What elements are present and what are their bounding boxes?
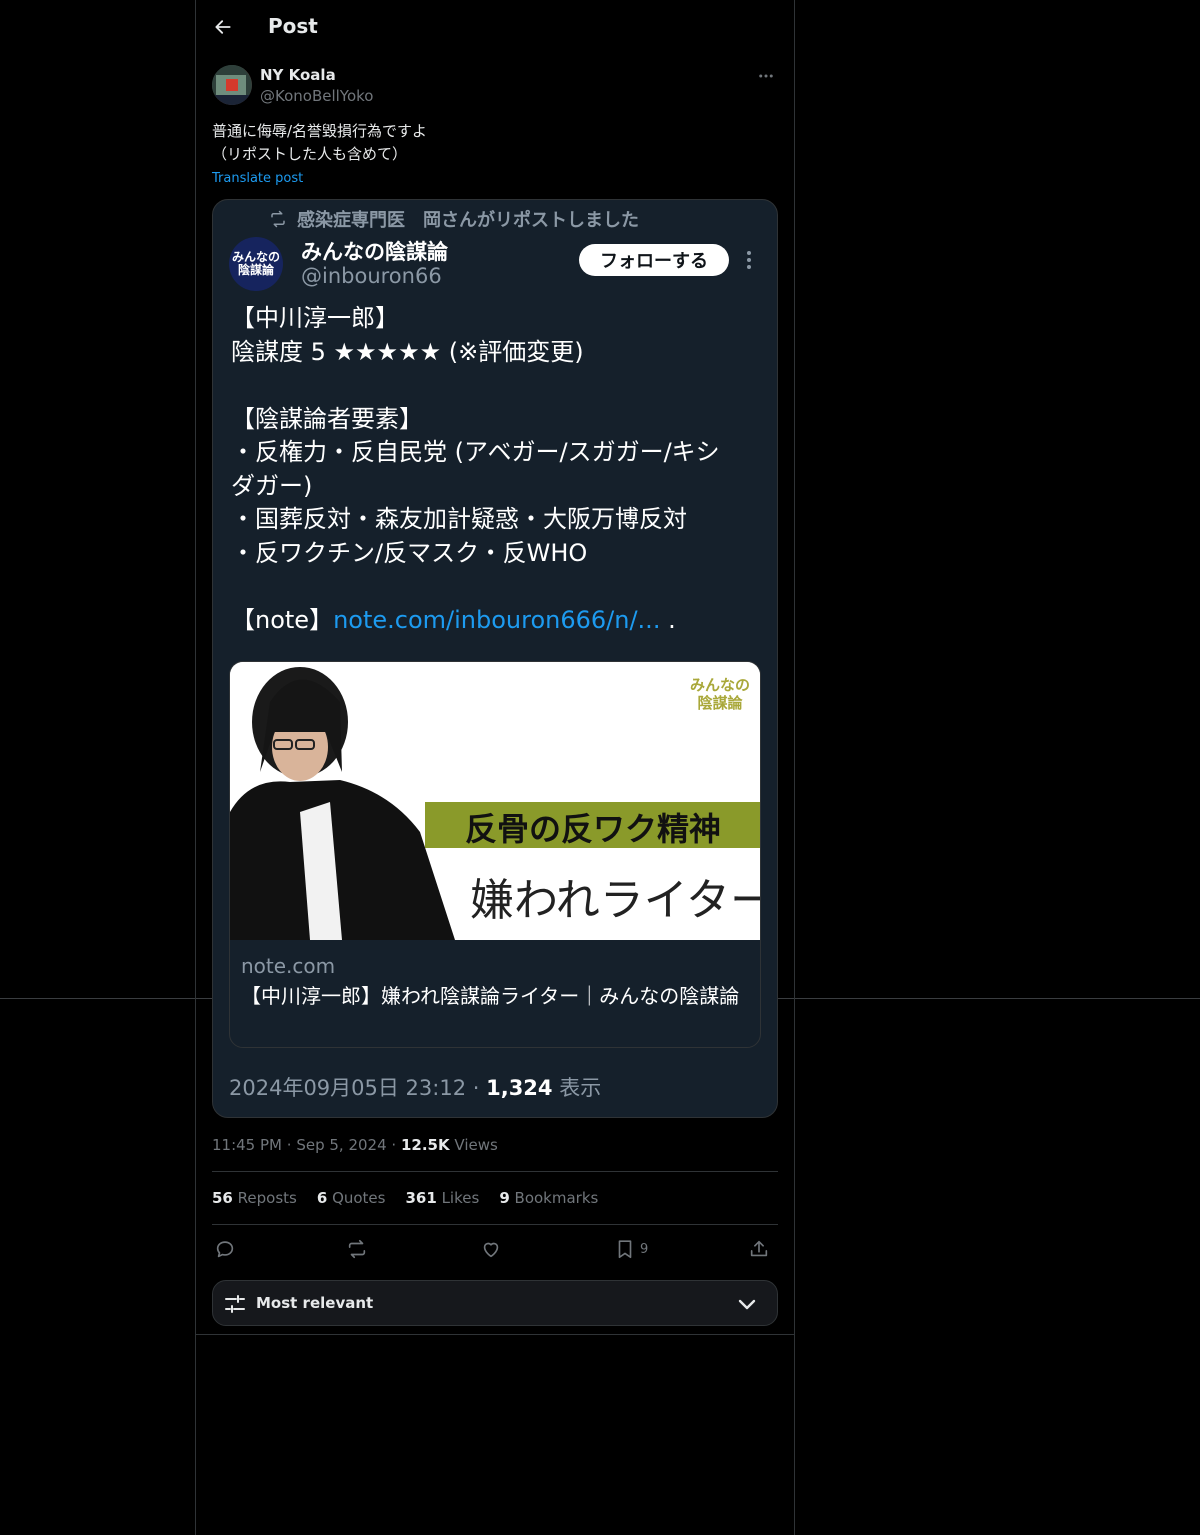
- note-link: note.com/inbouron666/n/...: [333, 605, 661, 634]
- engagement-stats: 56 Reposts 6 Quotes 361 Likes 9 Bookmark…: [212, 1189, 598, 1207]
- inner-avatar: みんなの陰謀論: [229, 237, 283, 291]
- divider: [212, 1224, 778, 1225]
- like-button[interactable]: [480, 1236, 502, 1262]
- reply-button[interactable]: [214, 1236, 236, 1262]
- divider: [212, 1171, 778, 1172]
- reposts-stat[interactable]: 56 Reposts: [212, 1189, 297, 1207]
- quotes-stat[interactable]: 6 Quotes: [317, 1189, 386, 1207]
- inner-author-name: みんなの陰謀論: [301, 240, 448, 264]
- section-bottom-border: [196, 1334, 794, 1335]
- bookmark-button[interactable]: 9: [614, 1236, 648, 1262]
- inner-avatar-logo-text: みんなの陰謀論: [231, 250, 280, 277]
- note-prefix: 【note】: [231, 605, 334, 634]
- bookmark-count: 9: [640, 1241, 649, 1257]
- card-title: 【中川淳一郎】嫌われ陰謀論ライター｜みんなの陰謀論: [241, 984, 740, 1008]
- inner-follow-button: フォローする: [579, 244, 729, 276]
- inner-post-text: 【中川淳一郎】 陰謀度 5 ★★★★★ (※評価変更) 【陰謀論者要素】 ・反権…: [231, 302, 761, 637]
- chevron-down-icon: [738, 1299, 756, 1310]
- reply-sort-selector[interactable]: Most relevant: [212, 1280, 778, 1326]
- repost-button[interactable]: [346, 1236, 368, 1262]
- reply-icon: [216, 1241, 234, 1258]
- author-row: NY Koala @KonoBellYoko: [212, 64, 778, 108]
- more-horizontal-icon: [759, 74, 773, 78]
- author-name[interactable]: NY Koala: [260, 66, 336, 84]
- avatar[interactable]: [212, 65, 252, 105]
- share-button[interactable]: [748, 1236, 770, 1262]
- inner-text-blank: [231, 570, 761, 604]
- repost-label: 感染症専門医 岡さんがリポストしました: [297, 210, 639, 231]
- repost-icon: [271, 210, 285, 228]
- likes-stat[interactable]: 361 Likes: [405, 1189, 479, 1207]
- inner-text-line: ・反権力・反自民党 (アベガー/スガガー/キシ: [231, 438, 720, 466]
- page-title: Post: [268, 14, 318, 38]
- inner-text-line: 【陰謀論者要素】: [231, 404, 423, 433]
- repost-icon: [348, 1239, 366, 1259]
- note-suffix: .: [660, 605, 676, 634]
- views-count: 12.5K: [400, 1136, 450, 1154]
- link-card: みんなの陰謀論 反骨の反ワク精神 嫌われライター note.com 【中川淳一郎…: [229, 661, 761, 1048]
- card-domain: note.com: [241, 954, 336, 978]
- embedded-screenshot[interactable]: 感染症専門医 岡さんがリポストしました みんなの陰謀論 みんなの陰謀論 @inb…: [212, 199, 778, 1118]
- inner-note-line: 【note】note.com/inbouron666/n/... .: [231, 604, 761, 638]
- heart-icon: [483, 1242, 499, 1258]
- inner-views-label: 表示: [552, 1076, 602, 1100]
- bookmarks-stat[interactable]: 9 Bookmarks: [499, 1189, 598, 1207]
- inner-post-meta: 2024年09月05日 23:12 · 1,324 表示: [229, 1072, 601, 1102]
- inner-text-line: ・国葬反対・森友加計疑惑・大阪万博反対: [231, 505, 687, 533]
- arrow-left-icon: [215, 20, 231, 34]
- link-card-image: みんなの陰謀論 反骨の反ワク精神 嫌われライター: [230, 662, 761, 940]
- post-time[interactable]: 11:45 PM: [212, 1136, 282, 1154]
- meta-separator: ·: [286, 1136, 292, 1154]
- more-button[interactable]: [754, 64, 778, 88]
- action-bar: 9: [212, 1232, 778, 1266]
- inner-author-handle: @inbouron66: [301, 264, 442, 288]
- inner-views-count: 1,324: [486, 1076, 553, 1100]
- views-label: Views: [454, 1136, 498, 1154]
- inner-datetime: 2024年09月05日 23:12 ·: [229, 1076, 487, 1100]
- meta-separator: ·: [391, 1136, 397, 1154]
- card-logo: みんなの陰謀論: [689, 676, 750, 712]
- inner-text-line: 【中川淳一郎】: [231, 304, 399, 332]
- repost-label-row: 感染症専門医 岡さんがリポストしました: [269, 206, 639, 232]
- post-meta: 11:45 PM · Sep 5, 2024 · 12.5K Views: [212, 1136, 498, 1154]
- post-text: 普通に侮辱/名誉毀損行為ですよ （リポストした人も含めて）: [212, 120, 778, 166]
- inner-text-line: 陰謀度 5 ★★★★★ (※評価変更): [231, 337, 584, 366]
- post-column: Post NY Koala @KonoBellYoko 普通に侮辱/名誉毀損行為…: [195, 0, 795, 1535]
- card-subtitle-text: 嫌われライター: [470, 875, 761, 926]
- sliders-icon: [225, 1295, 245, 1313]
- post-text-line: （リポストした人も含めて）: [212, 145, 408, 163]
- back-button[interactable]: [208, 12, 238, 42]
- translate-post-link[interactable]: Translate post: [212, 171, 303, 186]
- inner-text-line: ・反ワクチン/反マスク・反WHO: [231, 538, 588, 567]
- bookmark-icon: [618, 1240, 632, 1259]
- post-date[interactable]: Sep 5, 2024: [296, 1136, 386, 1154]
- inner-more-icon: [741, 248, 757, 272]
- inner-text-line: ダガー): [231, 471, 313, 500]
- inner-text-blank: [231, 369, 761, 403]
- post-text-line: 普通に侮辱/名誉毀損行為ですよ: [212, 122, 428, 140]
- share-icon: [750, 1240, 768, 1257]
- sort-label: Most relevant: [256, 1294, 374, 1312]
- author-handle[interactable]: @KonoBellYoko: [260, 87, 373, 105]
- page-header: Post: [196, 0, 794, 54]
- card-banner-text: 反骨の反ワク精神: [465, 810, 722, 848]
